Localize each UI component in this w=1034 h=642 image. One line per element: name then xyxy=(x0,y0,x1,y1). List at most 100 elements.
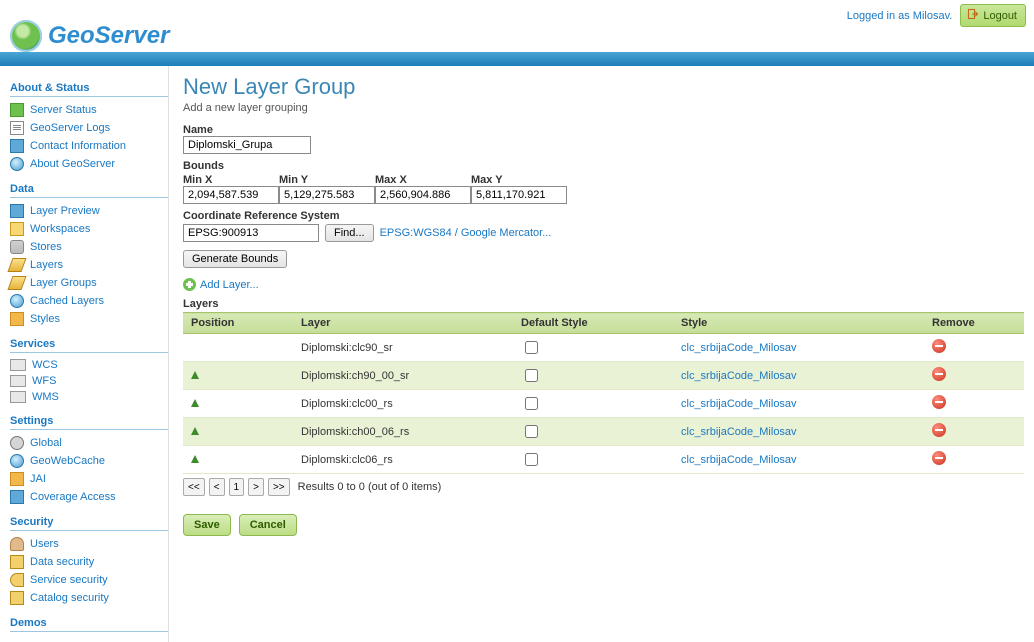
nav-gwc[interactable]: GeoWebCache xyxy=(10,452,168,470)
table-row: Diplomski:clc90_sr clc_srbijaCode_Milosav xyxy=(183,334,1024,362)
default-style-checkbox[interactable] xyxy=(525,369,538,382)
default-style-checkbox[interactable] xyxy=(525,425,538,438)
move-up-icon[interactable] xyxy=(191,427,199,435)
sidebar: About & Status Server Status GeoServer L… xyxy=(0,66,168,642)
minx-input[interactable] xyxy=(183,186,279,204)
nav-service-security[interactable]: Service security xyxy=(10,571,168,589)
nav-data-security[interactable]: Data security xyxy=(10,553,168,571)
pager-prev[interactable]: < xyxy=(209,478,225,496)
layer-preview-icon xyxy=(10,204,24,218)
nav-cached-layers[interactable]: Cached Layers xyxy=(10,292,168,310)
nav-layer-preview[interactable]: Layer Preview xyxy=(10,202,168,220)
section-demos[interactable]: Demos xyxy=(10,613,168,632)
maxx-input[interactable] xyxy=(375,186,471,204)
about-icon xyxy=(10,157,24,171)
nav-layer-groups[interactable]: Layer Groups xyxy=(10,274,168,292)
nav-contact[interactable]: Contact Information xyxy=(10,137,168,155)
layer-cell: Diplomski:clc00_rs xyxy=(293,390,513,418)
remove-icon[interactable] xyxy=(932,339,946,353)
default-style-checkbox[interactable] xyxy=(525,341,538,354)
nav-about[interactable]: About GeoServer xyxy=(10,155,168,173)
generate-bounds-button[interactable]: Generate Bounds xyxy=(183,250,287,268)
nav-logs[interactable]: GeoServer Logs xyxy=(10,119,168,137)
table-row: Diplomski:clc00_rs clc_srbijaCode_Milosav xyxy=(183,390,1024,418)
add-layer-link[interactable]: Add Layer... xyxy=(183,278,259,291)
default-style-checkbox[interactable] xyxy=(525,397,538,410)
name-input[interactable] xyxy=(183,136,311,154)
database-icon xyxy=(10,240,24,254)
nav-wfs[interactable]: WFS xyxy=(10,373,168,389)
style-link[interactable]: clc_srbijaCode_Milosav xyxy=(681,426,797,438)
cancel-button[interactable]: Cancel xyxy=(239,514,297,536)
header-strip xyxy=(0,52,1034,66)
layer-cell: Diplomski:clc90_sr xyxy=(293,334,513,362)
remove-icon[interactable] xyxy=(932,395,946,409)
crs-link[interactable]: EPSG:WGS84 / Google Mercator... xyxy=(380,227,552,239)
app-logo[interactable]: GeoServer xyxy=(10,20,169,52)
pager-last[interactable]: >> xyxy=(268,478,290,496)
nav-wms[interactable]: WMS xyxy=(10,389,168,405)
col-remove: Remove xyxy=(924,313,1024,334)
col-position: Position xyxy=(183,313,293,334)
layer-cell: Diplomski:ch90_00_sr xyxy=(293,362,513,390)
nav-label: Data security xyxy=(30,556,94,568)
pager-page[interactable]: 1 xyxy=(229,478,245,496)
jai-icon xyxy=(10,472,24,486)
wcs-icon xyxy=(10,359,26,371)
move-up-icon[interactable] xyxy=(191,455,199,463)
logged-in-text: Logged in as Milosav. xyxy=(847,10,953,22)
remove-icon[interactable] xyxy=(932,367,946,381)
logout-label: Logout xyxy=(983,10,1017,22)
col-layer: Layer xyxy=(293,313,513,334)
remove-icon[interactable] xyxy=(932,451,946,465)
nav-label: Styles xyxy=(30,313,60,325)
style-link[interactable]: clc_srbijaCode_Milosav xyxy=(681,370,797,382)
move-up-icon[interactable] xyxy=(191,371,199,379)
nav-label: WMS xyxy=(32,391,59,403)
minx-label: Min X xyxy=(183,174,279,186)
maxy-input[interactable] xyxy=(471,186,567,204)
globe-icon xyxy=(10,20,42,52)
col-default-style: Default Style xyxy=(513,313,673,334)
nav-layers[interactable]: Layers xyxy=(10,256,168,274)
nav-label: Users xyxy=(30,538,59,550)
nav-label: WCS xyxy=(32,359,58,371)
nav-label: Global xyxy=(30,437,62,449)
nav-jai[interactable]: JAI xyxy=(10,470,168,488)
remove-icon[interactable] xyxy=(932,423,946,437)
crs-input[interactable] xyxy=(183,224,319,242)
styles-icon xyxy=(10,312,24,326)
nav-label: GeoWebCache xyxy=(30,455,105,467)
find-button[interactable]: Find... xyxy=(325,224,374,242)
nav-wcs[interactable]: WCS xyxy=(10,357,168,373)
pager-next[interactable]: > xyxy=(248,478,264,496)
nav-server-status[interactable]: Server Status xyxy=(10,101,168,119)
table-row: Diplomski:clc06_rsclc_srbijaCode_Milosav xyxy=(183,446,1024,474)
miny-input[interactable] xyxy=(279,186,375,204)
maxx-label: Max X xyxy=(375,174,471,186)
save-button[interactable]: Save xyxy=(183,514,231,536)
nav-catalog-security[interactable]: Catalog security xyxy=(10,589,168,607)
logout-button[interactable]: Logout xyxy=(960,4,1026,27)
style-link[interactable]: clc_srbijaCode_Milosav xyxy=(681,398,797,410)
nav-coverage[interactable]: Coverage Access xyxy=(10,488,168,506)
nav-stores[interactable]: Stores xyxy=(10,238,168,256)
move-up-icon[interactable] xyxy=(191,399,199,407)
maxy-label: Max Y xyxy=(471,174,567,186)
pager: << < 1 > >> Results 0 to 0 (out of 0 ite… xyxy=(183,478,1024,496)
nav-label: Layer Groups xyxy=(30,277,97,289)
nav-users[interactable]: Users xyxy=(10,535,168,553)
coverage-icon xyxy=(10,490,24,504)
nav-label: JAI xyxy=(30,473,46,485)
nav-styles[interactable]: Styles xyxy=(10,310,168,328)
pager-info: Results 0 to 0 (out of 0 items) xyxy=(298,481,442,493)
default-style-checkbox[interactable] xyxy=(525,453,538,466)
style-link[interactable]: clc_srbijaCode_Milosav xyxy=(681,342,797,354)
pager-first[interactable]: << xyxy=(183,478,205,496)
users-icon xyxy=(10,537,24,551)
nav-global[interactable]: Global xyxy=(10,434,168,452)
logs-icon xyxy=(10,121,24,135)
style-link[interactable]: clc_srbijaCode_Milosav xyxy=(681,454,797,466)
nav-workspaces[interactable]: Workspaces xyxy=(10,220,168,238)
gwc-icon xyxy=(10,454,24,468)
